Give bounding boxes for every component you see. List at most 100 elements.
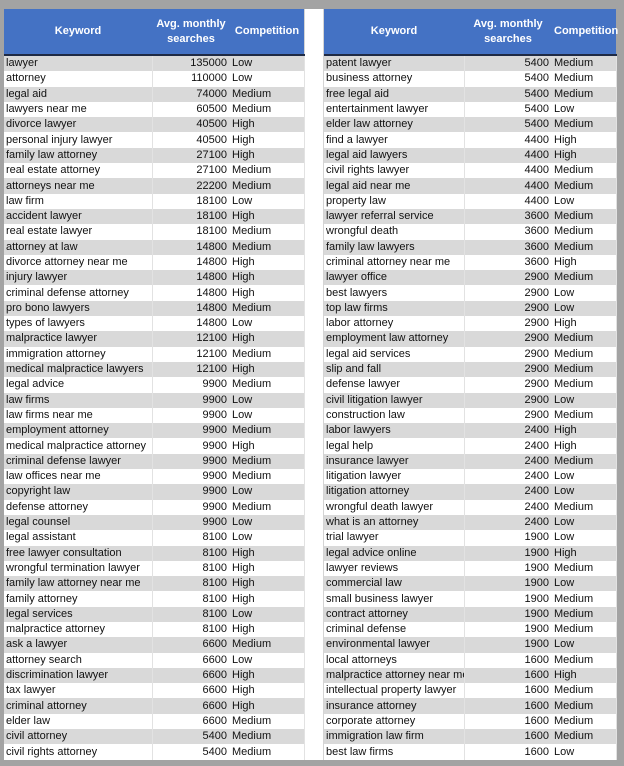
competition-cell[interactable]: Medium [552,86,617,102]
searches-cell[interactable]: 1900 [464,637,552,653]
keyword-cell[interactable]: law offices near me [4,469,153,485]
competition-cell[interactable]: Medium [230,423,305,439]
competition-cell[interactable]: Medium [552,499,617,515]
keyword-cell[interactable]: criminal attorney [4,698,153,714]
competition-cell[interactable]: Low [552,285,617,301]
keyword-cell[interactable]: entertainment lawyer [324,101,465,118]
keyword-cell[interactable]: top law firms [324,300,465,317]
keyword-cell[interactable]: civil rights attorney [4,744,153,760]
keyword-cell[interactable]: attorney at law [4,239,153,255]
competition-cell[interactable]: Medium [552,606,617,622]
competition-cell[interactable]: Low [552,530,617,546]
keyword-cell[interactable]: best law firms [324,744,465,760]
searches-cell[interactable]: 1900 [464,530,552,546]
searches-cell[interactable]: 9900 [152,499,230,515]
competition-cell[interactable]: High [552,423,617,439]
searches-cell[interactable]: 18100 [152,208,230,225]
keyword-cell[interactable]: immigration attorney [4,346,153,362]
searches-cell[interactable]: 1600 [464,744,552,760]
searches-cell[interactable]: 2400 [464,423,552,439]
keyword-cell[interactable]: property law [324,193,465,209]
searches-cell[interactable]: 40500 [152,117,230,133]
keyword-cell[interactable]: lawyer reviews [324,560,465,577]
competition-cell[interactable]: Medium [552,55,617,72]
competition-cell[interactable]: High [230,698,305,714]
searches-cell[interactable]: 5400 [464,71,552,87]
searches-cell[interactable]: 14800 [152,270,230,286]
competition-cell[interactable]: High [552,438,617,454]
searches-cell[interactable]: 9900 [152,484,230,500]
keyword-cell[interactable]: elder law [4,713,153,730]
header-keyword[interactable]: Keyword [324,9,464,56]
searches-cell[interactable]: 4400 [464,193,552,209]
competition-cell[interactable]: High [552,667,617,684]
searches-cell[interactable]: 9900 [152,453,230,470]
searches-cell[interactable]: 1600 [464,683,552,699]
competition-cell[interactable]: Medium [230,239,305,255]
keyword-cell[interactable]: business attorney [324,71,465,87]
competition-cell[interactable]: Low [552,514,617,531]
competition-cell[interactable]: Medium [552,331,617,347]
searches-cell[interactable]: 12100 [152,361,230,378]
keyword-cell[interactable]: best lawyers [324,285,465,301]
keyword-cell[interactable]: family law lawyers [324,239,465,255]
searches-cell[interactable]: 2900 [464,392,552,408]
keyword-cell[interactable]: lawyer referral service [324,208,465,225]
competition-cell[interactable]: Medium [552,698,617,714]
competition-cell[interactable]: High [230,285,305,301]
searches-cell[interactable]: 9900 [152,392,230,408]
keyword-cell[interactable]: pro bono lawyers [4,300,153,317]
keyword-cell[interactable]: immigration law firm [324,729,465,745]
searches-cell[interactable]: 2400 [464,453,552,470]
searches-cell[interactable]: 8100 [152,606,230,622]
keyword-cell[interactable]: criminal defense attorney [4,285,153,301]
searches-cell[interactable]: 1900 [464,560,552,577]
keyword-cell[interactable]: local attorneys [324,652,465,668]
searches-cell[interactable]: 18100 [152,193,230,209]
searches-cell[interactable]: 2900 [464,270,552,286]
keyword-cell[interactable]: defense lawyer [324,377,465,393]
keyword-cell[interactable]: free legal aid [324,86,465,102]
competition-cell[interactable]: Medium [230,346,305,362]
keyword-cell[interactable]: litigation attorney [324,484,465,500]
searches-cell[interactable]: 2400 [464,438,552,454]
searches-cell[interactable]: 6600 [152,698,230,714]
keyword-cell[interactable]: wrongful termination lawyer [4,560,153,577]
searches-cell[interactable]: 14800 [152,239,230,255]
competition-cell[interactable]: Medium [552,117,617,133]
keyword-cell[interactable]: criminal defense [324,621,465,638]
competition-cell[interactable]: Low [230,71,305,87]
keyword-cell[interactable]: discrimination lawyer [4,667,153,684]
searches-cell[interactable]: 110000 [152,71,230,87]
searches-cell[interactable]: 8100 [152,560,230,577]
keyword-cell[interactable]: personal injury lawyer [4,132,153,148]
searches-cell[interactable]: 4400 [464,132,552,148]
keyword-cell[interactable]: family law attorney [4,147,153,164]
competition-cell[interactable]: Medium [552,453,617,470]
competition-cell[interactable]: Low [552,300,617,317]
competition-cell[interactable]: Medium [552,683,617,699]
keyword-cell[interactable]: find a lawyer [324,132,465,148]
searches-cell[interactable]: 2900 [464,285,552,301]
competition-cell[interactable]: Medium [552,224,617,240]
searches-cell[interactable]: 2400 [464,514,552,531]
searches-cell[interactable]: 6600 [152,713,230,730]
competition-cell[interactable]: Medium [230,178,305,194]
competition-cell[interactable]: Medium [552,560,617,577]
keyword-cell[interactable]: insurance lawyer [324,453,465,470]
keyword-cell[interactable]: slip and fall [324,361,465,378]
competition-cell[interactable]: High [552,545,617,561]
competition-cell[interactable]: Medium [552,621,617,638]
searches-cell[interactable]: 1600 [464,698,552,714]
keyword-cell[interactable]: medical malpractice attorney [4,438,153,454]
competition-cell[interactable]: Medium [230,86,305,102]
competition-cell[interactable]: High [230,591,305,607]
searches-cell[interactable]: 6600 [152,637,230,653]
searches-cell[interactable]: 2900 [464,346,552,362]
keyword-cell[interactable]: wrongful death [324,224,465,240]
keyword-cell[interactable]: ask a lawyer [4,637,153,653]
keyword-cell[interactable]: legal assistant [4,530,153,546]
competition-cell[interactable]: Medium [552,178,617,194]
keyword-cell[interactable]: civil litigation lawyer [324,392,465,408]
competition-cell[interactable]: Low [552,193,617,209]
